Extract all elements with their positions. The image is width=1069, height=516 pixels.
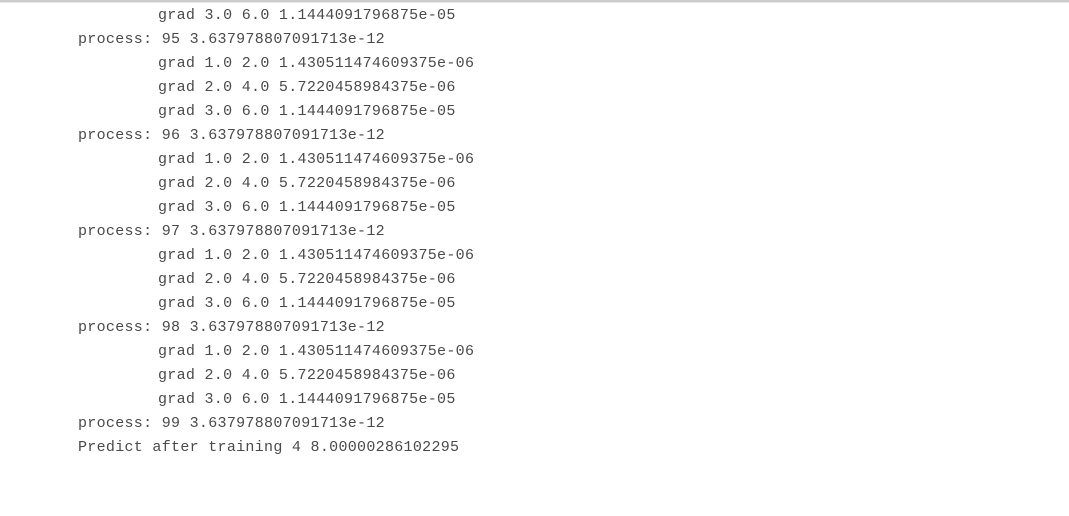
output-line: grad 1.0 2.0 1.430511474609375e-06 xyxy=(78,52,1069,76)
output-line: process: 95 3.637978807091713e-12 xyxy=(78,28,1069,52)
console-output: grad 3.0 6.0 1.1444091796875e-05 process… xyxy=(78,4,1069,460)
output-line: grad 2.0 4.0 5.7220458984375e-06 xyxy=(78,364,1069,388)
output-line: grad 1.0 2.0 1.430511474609375e-06 xyxy=(78,148,1069,172)
output-line: grad 3.0 6.0 1.1444091796875e-05 xyxy=(78,4,1069,28)
output-line: grad 3.0 6.0 1.1444091796875e-05 xyxy=(78,100,1069,124)
output-line: grad 3.0 6.0 1.1444091796875e-05 xyxy=(78,196,1069,220)
output-line: grad 2.0 4.0 5.7220458984375e-06 xyxy=(78,76,1069,100)
output-line: process: 99 3.637978807091713e-12 xyxy=(78,412,1069,436)
output-line: grad 1.0 2.0 1.430511474609375e-06 xyxy=(78,340,1069,364)
output-line: grad 2.0 4.0 5.7220458984375e-06 xyxy=(78,172,1069,196)
output-line: process: 97 3.637978807091713e-12 xyxy=(78,220,1069,244)
output-line: grad 3.0 6.0 1.1444091796875e-05 xyxy=(78,292,1069,316)
output-line: process: 98 3.637978807091713e-12 xyxy=(78,316,1069,340)
output-line: grad 1.0 2.0 1.430511474609375e-06 xyxy=(78,244,1069,268)
output-line: Predict after training 4 8.0000028610229… xyxy=(78,436,1069,460)
output-line: process: 96 3.637978807091713e-12 xyxy=(78,124,1069,148)
output-line: grad 3.0 6.0 1.1444091796875e-05 xyxy=(78,388,1069,412)
output-line: grad 2.0 4.0 5.7220458984375e-06 xyxy=(78,268,1069,292)
